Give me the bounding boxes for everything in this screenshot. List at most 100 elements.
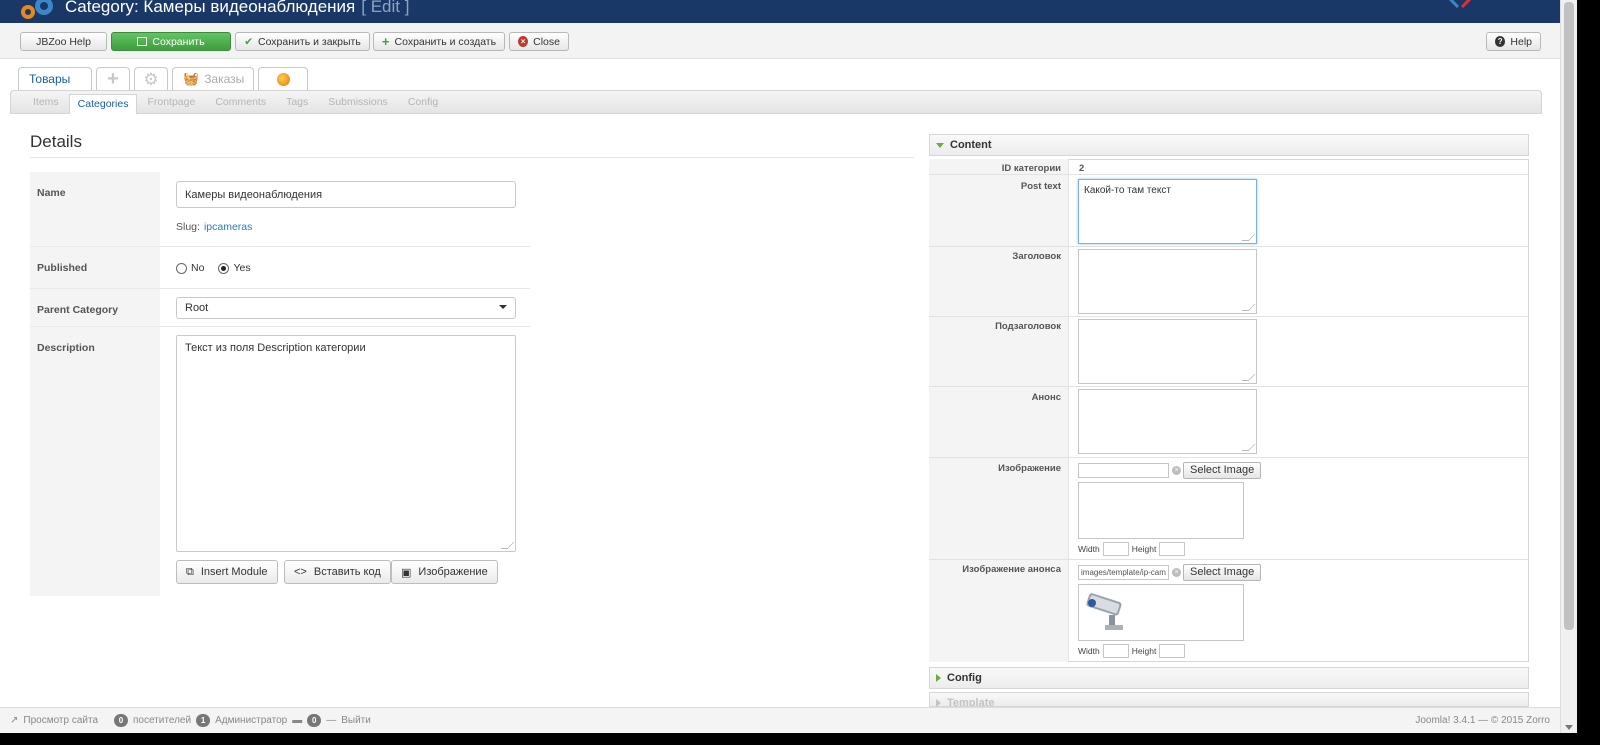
subnav-submissions[interactable]: Submissions <box>318 90 398 114</box>
subnav-comments[interactable]: Comments <box>205 90 276 114</box>
view-site-link[interactable]: Просмотр сайта <box>23 715 98 726</box>
announce-image-size-fields: Width Height <box>1078 644 1186 658</box>
select-announce-image-button[interactable]: Select Image <box>1183 564 1262 581</box>
image-height-input[interactable] <box>1159 542 1186 556</box>
page-title: Category: Камеры видеонаблюдения[ Edit ] <box>65 0 410 16</box>
external-link-icon: ↗ <box>10 715 19 726</box>
caret-right-icon <box>936 699 941 706</box>
announce-image-path-input[interactable]: images/template/ip-cam <box>1078 565 1169 580</box>
slug: Slug: ipcameras <box>176 221 253 233</box>
image-width-input[interactable] <box>1102 542 1129 556</box>
window-edge <box>1577 0 1600 745</box>
joomla-logo-icon <box>1448 0 1472 9</box>
heading-label: Заголовок <box>1012 251 1061 262</box>
scrollbar-thumb[interactable] <box>1564 2 1574 630</box>
announce-image-width-input[interactable] <box>1102 644 1129 658</box>
description-textarea[interactable]: Текст из поля Description категории <box>176 335 516 552</box>
tab-jbzoo[interactable] <box>258 67 308 90</box>
insert-image-button[interactable]: ▣ Изображение <box>391 560 498 584</box>
window-edge <box>0 733 1600 745</box>
content-label-column <box>929 159 1069 662</box>
image-path-input[interactable] <box>1078 463 1169 478</box>
image-icon: ▣ <box>401 566 412 579</box>
category-id-value: 2 <box>1079 163 1085 174</box>
slug-link[interactable]: ipcameras <box>204 221 252 233</box>
description-label: Description <box>37 342 95 354</box>
row-divider <box>929 559 1529 560</box>
vertical-scrollbar[interactable] <box>1560 0 1577 733</box>
resize-handle-icon[interactable] <box>1241 374 1256 381</box>
help-button[interactable]: ? Help <box>1486 32 1541 51</box>
admin-count-badge: 1 <box>196 714 211 727</box>
caret-down-icon <box>936 142 944 148</box>
toolbar: JBZoo Help Сохранить ✔ Сохранить и закры… <box>0 23 1560 59</box>
save-close-button[interactable]: ✔ Сохранить и закрыть <box>235 32 370 51</box>
form-label-column <box>30 172 160 596</box>
content-accordion-header[interactable]: Content <box>929 134 1529 156</box>
save-new-button[interactable]: + Сохранить и создать <box>373 32 505 51</box>
published-no-radio[interactable] <box>176 262 187 274</box>
jbzoo-icon <box>276 72 290 86</box>
resize-handle-icon[interactable] <box>1241 304 1256 311</box>
tab-items[interactable]: Товары <box>18 67 92 90</box>
insert-code-button[interactable]: <> Вставить код <box>284 560 391 584</box>
row-divider <box>929 316 1529 317</box>
plus-icon: + <box>107 68 119 90</box>
details-heading: Details <box>30 132 82 151</box>
published-radio-group: No Yes <box>176 262 251 274</box>
tab-orders[interactable]: 🧺 Заказы <box>172 67 254 90</box>
check-icon: ✔ <box>244 35 253 48</box>
jbzoo-help-button[interactable]: JBZoo Help <box>20 32 107 51</box>
post-text-textarea[interactable]: Какой-то там текст <box>1078 179 1257 244</box>
close-button[interactable]: × Close <box>509 32 569 51</box>
published-label: Published <box>37 262 88 274</box>
insert-module-button[interactable]: ⧉ Insert Module <box>176 560 278 584</box>
select-image-button[interactable]: Select Image <box>1183 462 1262 479</box>
template-accordion-header[interactable]: Template <box>929 692 1529 707</box>
row-divider <box>30 246 530 247</box>
subnav-config[interactable]: Config <box>398 90 448 114</box>
subnav-tags[interactable]: Tags <box>276 90 318 114</box>
zoo-logo-icon <box>21 0 53 19</box>
announce-image-height-input[interactable] <box>1159 644 1186 658</box>
parent-category-select[interactable]: Root <box>176 297 516 319</box>
sub-navigation: Items Categories Frontpage Comments Tags… <box>10 90 1542 114</box>
resize-handle-icon[interactable] <box>1241 444 1256 451</box>
scroll-down-icon[interactable] <box>1565 725 1573 730</box>
divider <box>30 157 914 158</box>
announce-textarea[interactable] <box>1078 389 1257 454</box>
post-text-label: Post text <box>1020 181 1061 192</box>
visitors-count-badge: 0 <box>114 714 129 727</box>
tab-settings[interactable]: ⚙ <box>134 67 168 90</box>
published-yes-radio[interactable] <box>218 262 230 274</box>
subnav-frontpage[interactable]: Frontpage <box>137 90 205 114</box>
tab-add[interactable]: + <box>96 67 130 90</box>
version-text: Joomla! 3.4.1 — © 2015 Zorro <box>1415 715 1550 726</box>
subheading-textarea[interactable] <box>1078 319 1257 384</box>
config-accordion-header[interactable]: Config <box>929 667 1529 689</box>
row-divider <box>929 174 1529 175</box>
subnav-items[interactable]: Items <box>33 90 69 114</box>
edit-icon <box>137 37 148 46</box>
image-preview <box>1078 482 1244 539</box>
row-divider <box>929 246 1529 247</box>
announce-label: Анонс <box>1031 392 1061 403</box>
logout-link[interactable]: Выйти <box>341 715 371 726</box>
row-divider <box>929 457 1529 458</box>
gear-icon: ⚙ <box>143 69 159 89</box>
close-icon: × <box>518 36 529 47</box>
resize-handle-icon[interactable] <box>500 542 515 549</box>
clear-icon[interactable]: × <box>1172 466 1181 475</box>
row-divider <box>30 288 530 289</box>
resize-handle-icon[interactable] <box>1241 234 1256 241</box>
announce-image-label: Изображение анонса <box>962 564 1061 575</box>
clear-icon[interactable]: × <box>1172 568 1181 577</box>
camera-thumbnail-icon <box>1086 593 1123 630</box>
messages-count-badge[interactable]: 0 <box>307 714 322 727</box>
name-input[interactable]: Камеры видеонаблюдения <box>176 181 516 208</box>
module-icon: ⧉ <box>186 565 194 578</box>
subnav-categories[interactable]: Categories <box>68 94 138 114</box>
heading-textarea[interactable] <box>1078 249 1257 314</box>
save-button[interactable]: Сохранить <box>111 32 231 51</box>
parent-category-label: Parent Category <box>37 304 119 316</box>
